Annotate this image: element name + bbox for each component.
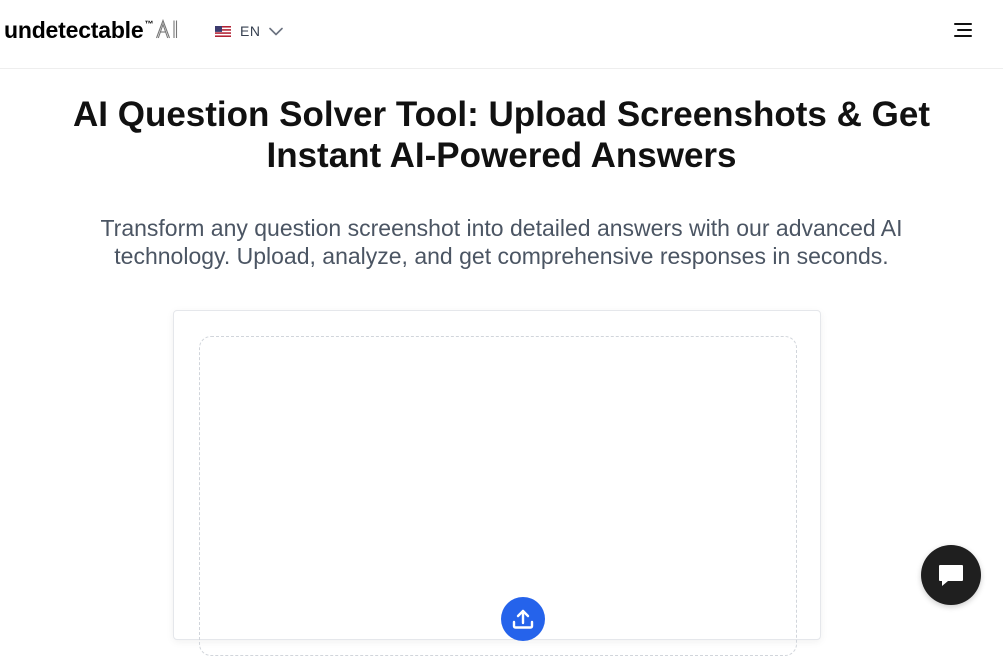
language-selector[interactable]: EN [215, 22, 284, 40]
page-title-line-1: AI Question Solver Tool: Upload Screensh… [73, 95, 930, 134]
upload-dropzone[interactable] [199, 336, 797, 656]
upload-card [173, 310, 821, 656]
chat-button[interactable] [921, 545, 981, 605]
upload-icon [512, 609, 534, 629]
chevron-down-icon [269, 27, 284, 35]
us-flag-icon [215, 25, 231, 37]
logo-ai-mark [156, 19, 178, 39]
logo[interactable]: undetectable ™ [4, 17, 181, 44]
hamburger-menu-icon[interactable] [952, 20, 976, 40]
logo-text: undetectable [4, 17, 144, 43]
chat-bubble-icon [939, 565, 963, 586]
page-title: AI Question Solver Tool: Upload Screensh… [20, 94, 983, 176]
page-subtitle: Transform any question screenshot into d… [40, 214, 963, 270]
page-subtitle-line-1: Transform any question screenshot into d… [100, 215, 903, 241]
language-code: EN [240, 23, 261, 39]
upload-button[interactable] [501, 597, 545, 641]
page-subtitle-line-2: technology. Upload, analyze, and get com… [114, 243, 889, 269]
site-header: undetectable ™ EN [0, 0, 1003, 69]
logo-trademark: ™ [144, 19, 154, 29]
page-title-line-2: Instant AI-Powered Answers [266, 136, 737, 175]
